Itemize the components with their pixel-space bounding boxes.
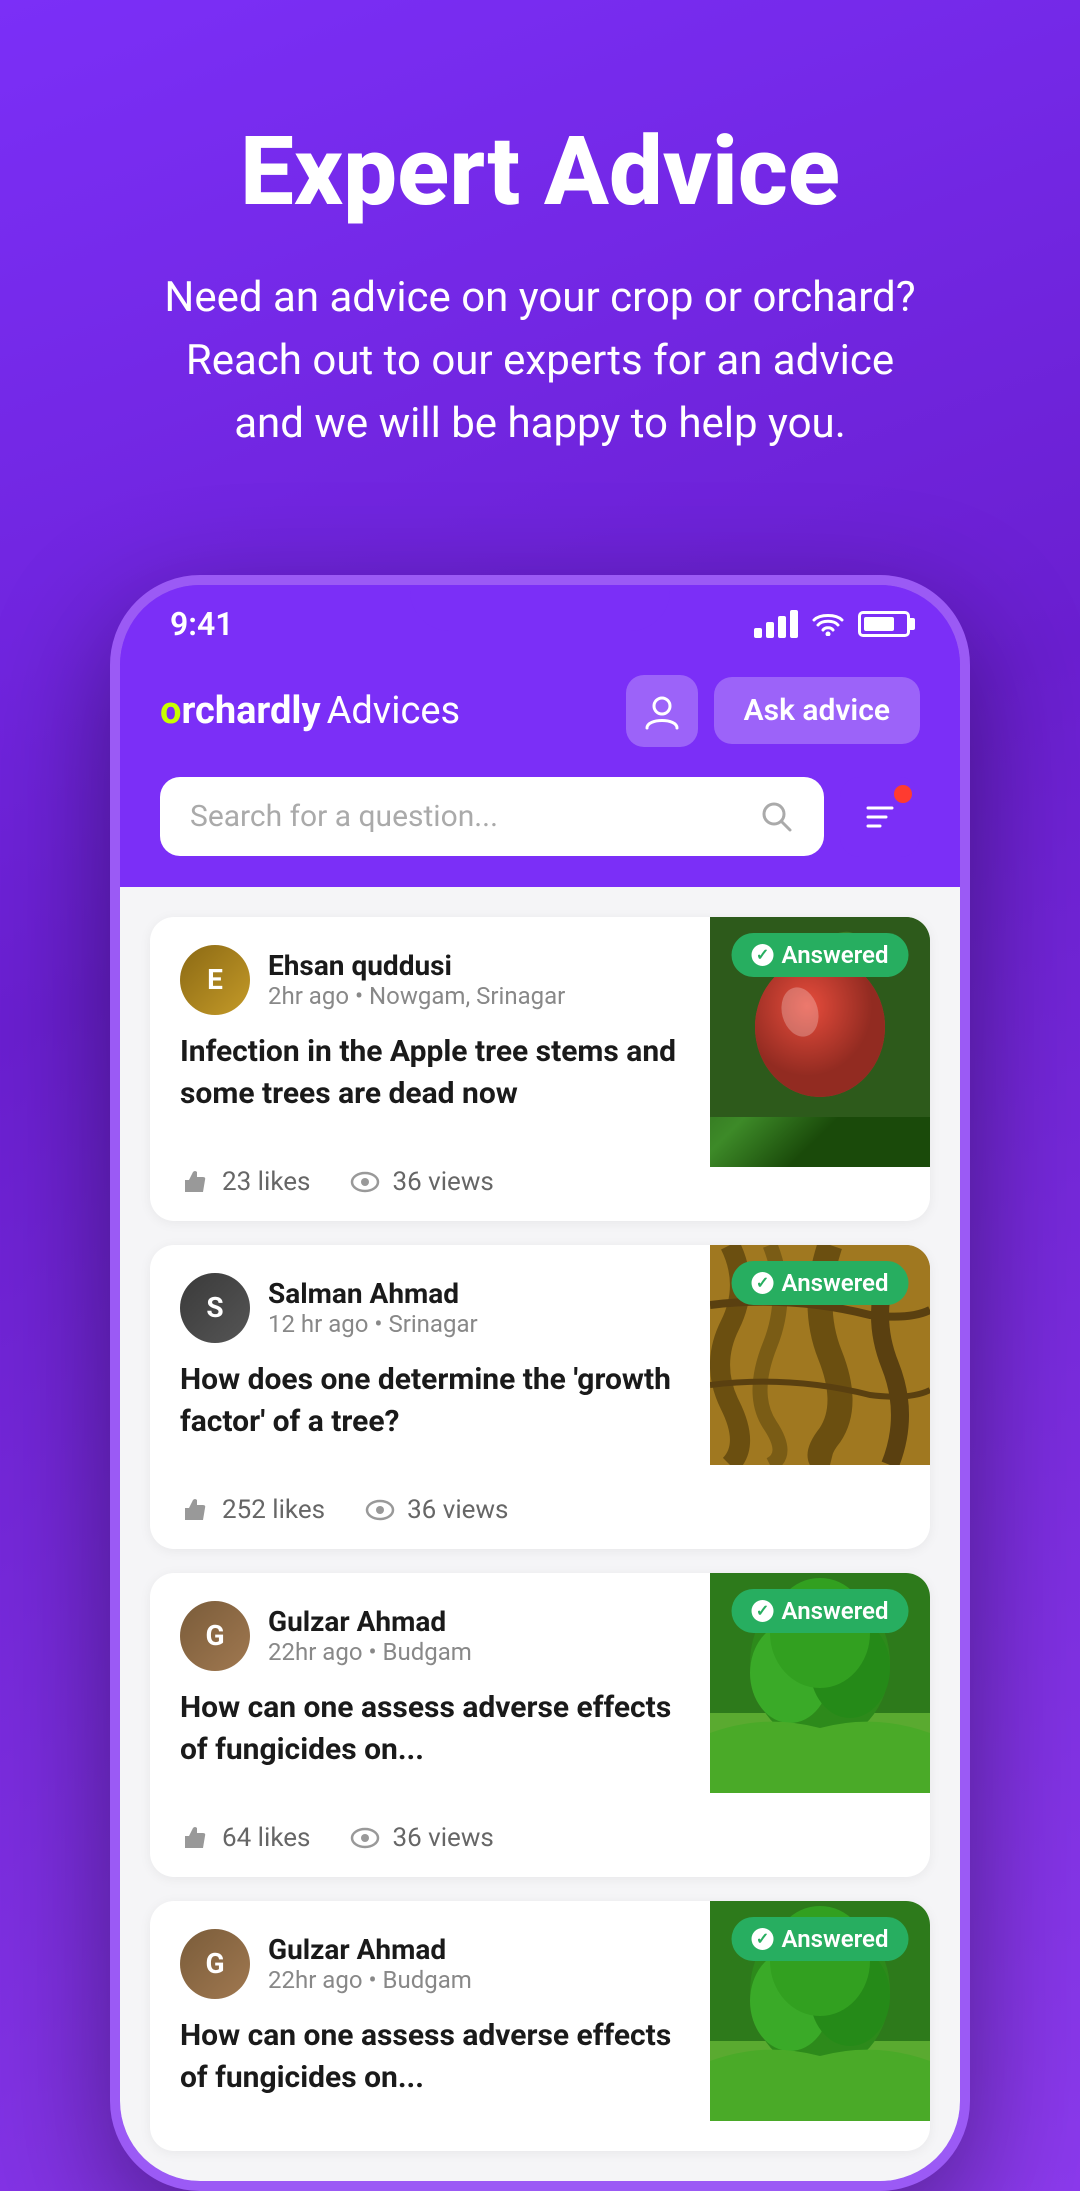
user-time-location: 22hr ago • Budgam — [268, 1638, 472, 1666]
header-actions: Ask advice — [626, 675, 920, 747]
question-text: How can one assess adverse effects of fu… — [180, 2015, 680, 2099]
avatar: S — [180, 1273, 250, 1343]
like-icon — [180, 1167, 210, 1197]
card-footer: 64 likes 36 views — [150, 1823, 930, 1877]
hero-section: Expert Advice Need an advice on your cro… — [0, 0, 1080, 515]
question-text: How can one assess adverse effects of fu… — [180, 1687, 680, 1771]
hero-title: Expert Advice — [80, 120, 1000, 226]
search-icon — [760, 800, 794, 834]
likes-stat: 252 likes — [180, 1495, 325, 1525]
profile-icon-button[interactable] — [626, 675, 698, 747]
user-time-location: 2hr ago • Nowgam, Srinagar — [268, 982, 565, 1010]
phone-frame: 9:41 — [110, 575, 970, 2191]
card-footer: 23 likes 36 views — [150, 1167, 930, 1221]
search-input[interactable]: Search for a question... — [190, 799, 744, 834]
likes-stat: 64 likes — [180, 1823, 310, 1853]
question-text: Infection in the Apple tree stems and so… — [180, 1031, 680, 1115]
user-time-location: 12 hr ago • Srinagar — [268, 1310, 478, 1338]
question-card[interactable]: E Ehsan quddusi 2hr ago • Nowgam, Srinag… — [150, 917, 930, 1221]
user-name: Gulzar Ahmad — [268, 1605, 472, 1638]
likes-count: 64 likes — [222, 1823, 310, 1853]
filter-icon — [862, 799, 898, 835]
battery-icon — [858, 611, 910, 637]
user-info: G Gulzar Ahmad 22hr ago • Budgam — [180, 1929, 680, 1999]
views-count: 36 views — [407, 1495, 508, 1525]
views-count: 36 views — [392, 1167, 493, 1197]
filter-button[interactable] — [840, 777, 920, 857]
avatar: E — [180, 945, 250, 1015]
user-time-location: 22hr ago • Budgam — [268, 1966, 472, 1994]
content-area: E Ehsan quddusi 2hr ago • Nowgam, Srinag… — [120, 887, 960, 2181]
ask-advice-button[interactable]: Ask advice — [714, 677, 920, 744]
views-stat: 36 views — [350, 1167, 493, 1197]
user-name: Gulzar Ahmad — [268, 1933, 472, 1966]
like-icon — [180, 1495, 210, 1525]
user-info: E Ehsan quddusi 2hr ago • Nowgam, Srinag… — [180, 945, 680, 1015]
views-count: 36 views — [392, 1823, 493, 1853]
like-icon — [180, 1823, 210, 1853]
views-stat: 36 views — [350, 1823, 493, 1853]
wifi-icon — [812, 612, 844, 636]
profile-icon — [643, 692, 681, 730]
question-card[interactable]: S Salman Ahmad 12 hr ago • Srinagar How … — [150, 1245, 930, 1549]
answered-badge: ✓ Answered — [732, 1917, 909, 1961]
likes-count: 252 likes — [222, 1495, 325, 1525]
phone-mockup: 9:41 — [110, 575, 970, 2191]
question-text: How does one determine the 'growth facto… — [180, 1359, 680, 1443]
likes-count: 23 likes — [222, 1167, 310, 1197]
card-footer: 252 likes 36 views — [150, 1495, 930, 1549]
answered-badge: ✓ Answered — [732, 1589, 909, 1633]
views-stat: 36 views — [365, 1495, 508, 1525]
card-image: ✓ Answered — [710, 917, 930, 1167]
card-image: ✓ Answered — [710, 1901, 930, 2151]
question-card[interactable]: G Gulzar Ahmad 22hr ago • Budgam How can… — [150, 1901, 930, 2151]
phone-notch — [410, 585, 670, 631]
status-icons — [754, 610, 910, 638]
card-image: ✓ Answered — [710, 1573, 930, 1823]
answered-badge: ✓ Answered — [732, 933, 909, 977]
logo-text: orchardly — [160, 689, 321, 733]
status-time: 9:41 — [170, 605, 234, 643]
page-title: Advices — [327, 689, 461, 733]
user-name: Salman Ahmad — [268, 1277, 478, 1310]
card-image: ✓ Answered — [710, 1245, 930, 1495]
search-section: Search for a question... — [120, 777, 960, 887]
answered-badge: ✓ Answered — [732, 1261, 909, 1305]
app-header: orchardly Advices Ask advice — [120, 655, 960, 777]
question-card[interactable]: G Gulzar Ahmad 22hr ago • Budgam How can… — [150, 1573, 930, 1877]
user-name: Ehsan quddusi — [268, 949, 565, 982]
search-bar[interactable]: Search for a question... — [160, 777, 824, 856]
avatar: G — [180, 1929, 250, 1999]
app-logo: orchardly Advices — [160, 689, 460, 733]
signal-icon — [754, 610, 798, 638]
likes-stat: 23 likes — [180, 1167, 310, 1197]
user-info: S Salman Ahmad 12 hr ago • Srinagar — [180, 1273, 680, 1343]
views-icon — [365, 1495, 395, 1525]
filter-notification-dot — [894, 785, 912, 803]
hero-subtitle: Need an advice on your crop or orchard? … — [150, 266, 930, 455]
views-icon — [350, 1167, 380, 1197]
views-icon — [350, 1823, 380, 1853]
user-info: G Gulzar Ahmad 22hr ago • Budgam — [180, 1601, 680, 1671]
avatar: G — [180, 1601, 250, 1671]
